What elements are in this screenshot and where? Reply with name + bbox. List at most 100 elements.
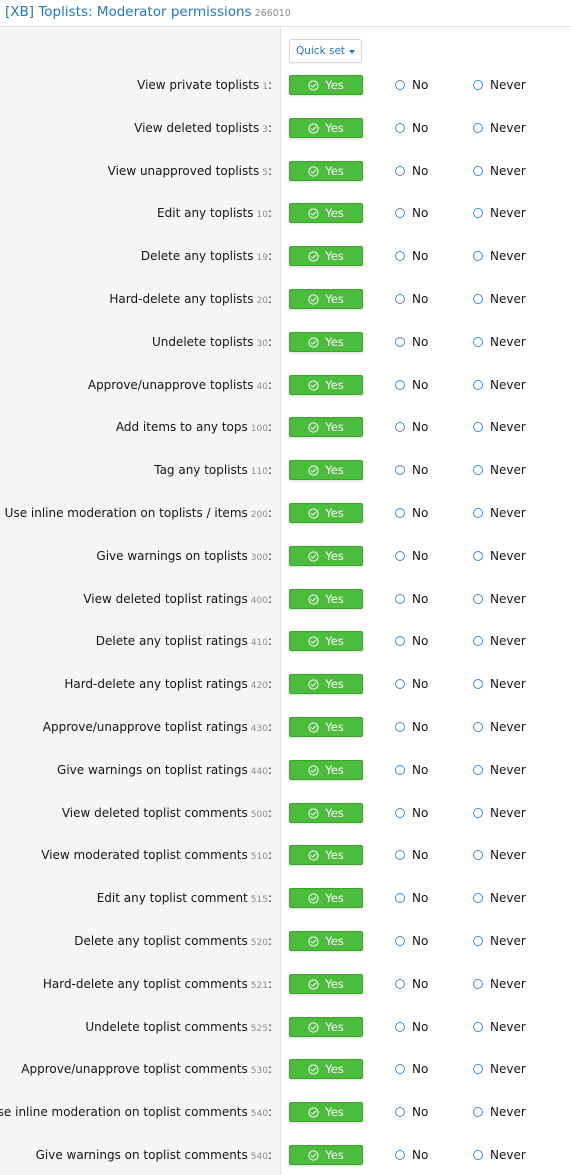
yes-option-selected[interactable]: Yes (289, 931, 363, 951)
no-option[interactable]: No (395, 119, 428, 137)
yes-option-selected[interactable]: Yes (289, 1059, 363, 1079)
no-option[interactable]: No (395, 590, 428, 608)
never-option[interactable]: Never (473, 290, 526, 308)
no-option[interactable]: No (395, 461, 428, 479)
yes-option-selected[interactable]: Yes (289, 1145, 363, 1165)
never-option[interactable]: Never (473, 1018, 526, 1036)
no-option[interactable]: No (395, 162, 428, 180)
never-option[interactable]: Never (473, 846, 526, 864)
never-option[interactable]: Never (473, 1146, 526, 1164)
never-label: Never (490, 463, 526, 477)
page-header: [XB] Toplists: Moderator permissions 2660… (0, 0, 571, 27)
no-option[interactable]: No (395, 804, 428, 822)
permission-label: Tag any toplists 110: (154, 463, 272, 477)
never-option[interactable]: Never (473, 547, 526, 565)
never-option[interactable]: Never (473, 761, 526, 779)
never-option[interactable]: Never (473, 932, 526, 950)
permission-id: 525 (250, 1024, 268, 1034)
yes-option-selected[interactable]: Yes (289, 118, 363, 138)
yes-option-selected[interactable]: Yes (289, 845, 363, 865)
never-label: Never (490, 121, 526, 135)
never-option[interactable]: Never (473, 162, 526, 180)
never-option[interactable]: Never (473, 1060, 526, 1078)
permission-label: Hard-delete any toplist ratings 420: (64, 677, 272, 691)
never-option[interactable]: Never (473, 247, 526, 265)
label-colon: : (267, 720, 272, 734)
no-option[interactable]: No (395, 718, 428, 736)
check-circle-icon (308, 550, 319, 562)
no-option[interactable]: No (395, 632, 428, 650)
never-option[interactable]: Never (473, 376, 526, 394)
no-option[interactable]: No (395, 1060, 428, 1078)
yes-option-selected[interactable]: Yes (289, 460, 363, 480)
no-option[interactable]: No (395, 333, 428, 351)
no-option[interactable]: No (395, 247, 428, 265)
no-option[interactable]: No (395, 675, 428, 693)
yes-option-selected[interactable]: Yes (289, 631, 363, 651)
never-option[interactable]: Never (473, 504, 526, 522)
yes-option-selected[interactable]: Yes (289, 888, 363, 908)
never-option[interactable]: Never (473, 418, 526, 436)
no-option[interactable]: No (395, 418, 428, 436)
never-option[interactable]: Never (473, 590, 526, 608)
no-option[interactable]: No (395, 846, 428, 864)
no-option[interactable]: No (395, 1146, 428, 1164)
no-option[interactable]: No (395, 290, 428, 308)
yes-option-selected[interactable]: Yes (289, 1102, 363, 1122)
yes-option-selected[interactable]: Yes (289, 717, 363, 737)
never-option[interactable]: Never (473, 76, 526, 94)
yes-option-selected[interactable]: Yes (289, 589, 363, 609)
yes-option-selected[interactable]: Yes (289, 332, 363, 352)
never-option[interactable]: Never (473, 675, 526, 693)
yes-option-selected[interactable]: Yes (289, 289, 363, 309)
never-option[interactable]: Never (473, 718, 526, 736)
never-option[interactable]: Never (473, 461, 526, 479)
permission-title: View unapproved toplists (107, 164, 260, 178)
yes-option-selected[interactable]: Yes (289, 203, 363, 223)
no-option[interactable]: No (395, 889, 428, 907)
yes-option-selected[interactable]: Yes (289, 760, 363, 780)
yes-option-selected[interactable]: Yes (289, 246, 363, 266)
never-option[interactable]: Never (473, 1103, 526, 1121)
yes-option-selected[interactable]: Yes (289, 375, 363, 395)
check-circle-icon (308, 293, 319, 305)
never-label: Never (490, 335, 526, 349)
yes-option-selected[interactable]: Yes (289, 674, 363, 694)
no-option[interactable]: No (395, 504, 428, 522)
never-option[interactable]: Never (473, 119, 526, 137)
never-option[interactable]: Never (473, 975, 526, 993)
no-option[interactable]: No (395, 932, 428, 950)
no-option[interactable]: No (395, 76, 428, 94)
yes-option-selected[interactable]: Yes (289, 974, 363, 994)
no-option[interactable]: No (395, 547, 428, 565)
never-option[interactable]: Never (473, 889, 526, 907)
permission-row: Give warnings on toplist comments 540: Yes… (0, 1145, 571, 1167)
check-circle-icon (308, 79, 319, 91)
permission-label: View deleted toplist comments 500: (62, 806, 272, 820)
yes-option-selected[interactable]: Yes (289, 75, 363, 95)
radio-icon (473, 166, 483, 176)
yes-option-selected[interactable]: Yes (289, 161, 363, 181)
quick-set-button[interactable]: Quick set (289, 39, 362, 63)
yes-option-selected[interactable]: Yes (289, 1017, 363, 1037)
no-option[interactable]: No (395, 975, 428, 993)
never-option[interactable]: Never (473, 804, 526, 822)
yes-option-selected[interactable]: Yes (289, 803, 363, 823)
never-option[interactable]: Never (473, 632, 526, 650)
no-option[interactable]: No (395, 761, 428, 779)
no-label: No (412, 249, 429, 263)
no-option[interactable]: No (395, 1018, 428, 1036)
no-label: No (412, 1105, 429, 1119)
yes-option-selected[interactable]: Yes (289, 503, 363, 523)
no-option[interactable]: No (395, 1103, 428, 1121)
yes-option-selected[interactable]: Yes (289, 417, 363, 437)
no-option[interactable]: No (395, 204, 428, 222)
never-option[interactable]: Never (473, 333, 526, 351)
no-option[interactable]: No (395, 376, 428, 394)
radio-icon (395, 808, 405, 818)
yes-option-selected[interactable]: Yes (289, 546, 363, 566)
radio-icon (395, 722, 405, 732)
never-option[interactable]: Never (473, 204, 526, 222)
no-label: No (412, 78, 429, 92)
radio-icon (395, 679, 405, 689)
